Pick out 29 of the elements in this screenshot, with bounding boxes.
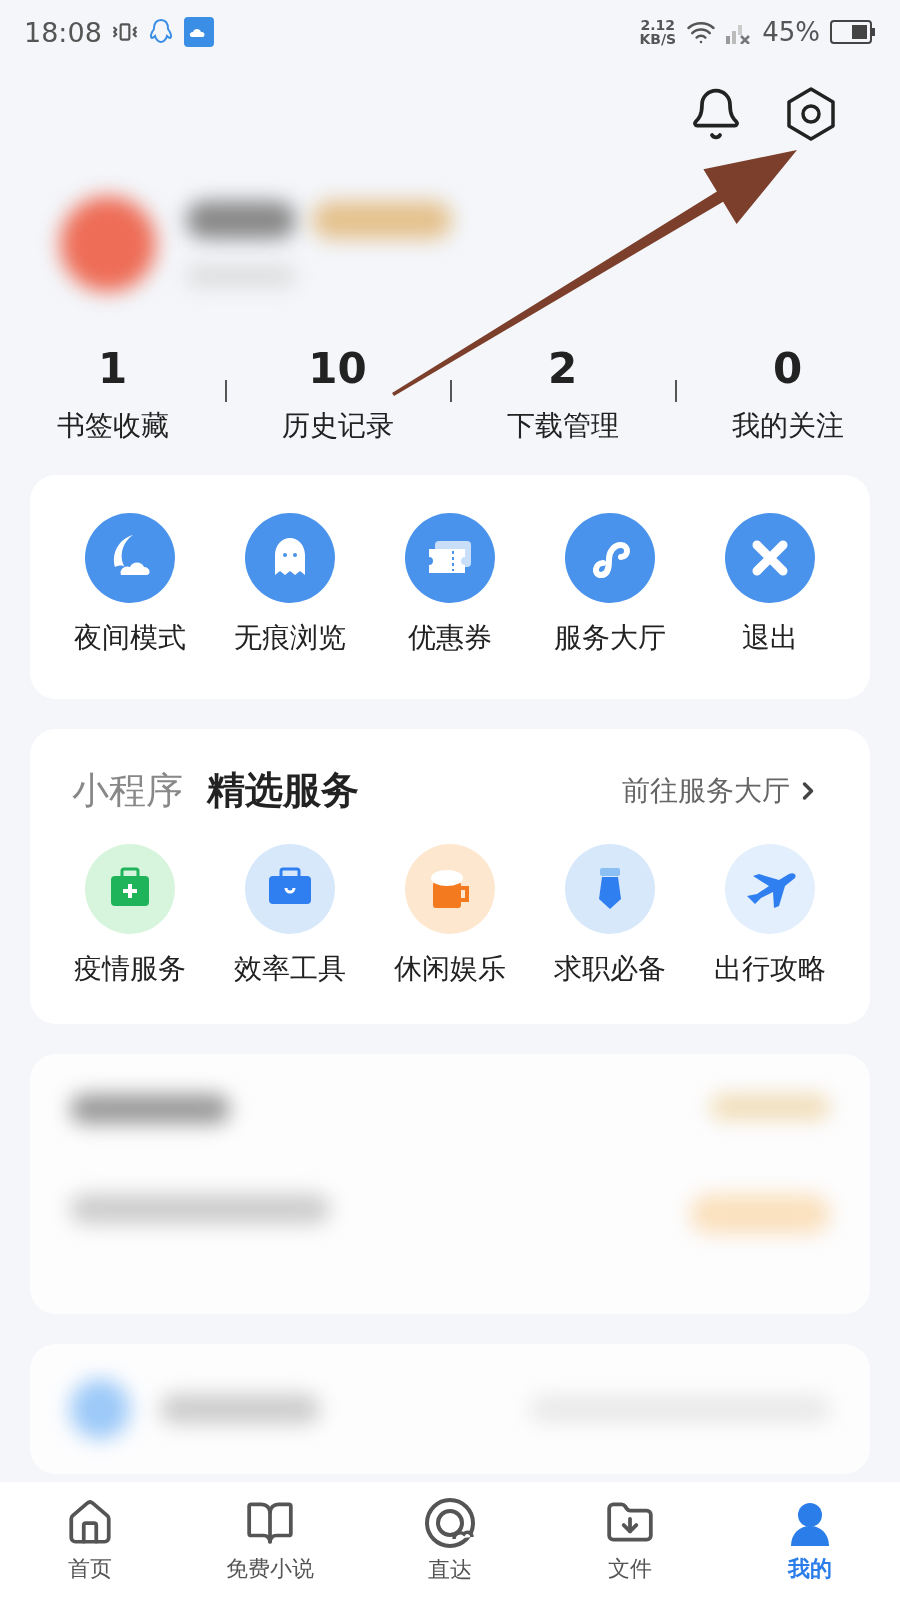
stat-count[interactable]: 2: [547, 344, 578, 393]
nav-tab[interactable]: 免费小说: [180, 1482, 360, 1600]
service-label[interactable]: 休闲娱乐: [394, 950, 506, 988]
nav-tab[interactable]: 直达: [360, 1482, 540, 1600]
quick-action-label[interactable]: 服务大厅: [554, 619, 666, 657]
status-time: 18:08: [24, 16, 102, 48]
stat-label[interactable]: 我的关注: [731, 407, 844, 445]
stat-count[interactable]: 1: [97, 344, 128, 393]
quick-action-label[interactable]: 夜间模式: [74, 619, 186, 657]
stat-label[interactable]: 历史记录: [281, 407, 394, 445]
stat-count[interactable]: 10: [308, 344, 367, 393]
quick-action-label[interactable]: 无痕浏览: [234, 619, 346, 657]
battery-percent: 45%: [762, 17, 820, 47]
nav-tab[interactable]: 我的: [720, 1482, 900, 1600]
quick-action-label[interactable]: 退出: [742, 619, 798, 657]
service-label[interactable]: 效率工具: [234, 950, 346, 988]
stat-label[interactable]: 下载管理: [506, 407, 619, 445]
services-tab[interactable]: 小程序: [72, 765, 183, 816]
stat-count[interactable]: 0: [772, 344, 803, 393]
network-speed: 2.12 KB/S: [639, 18, 677, 46]
nav-tab[interactable]: 首页: [0, 1482, 180, 1600]
service-label[interactable]: 求职必备: [554, 950, 666, 988]
service-label[interactable]: 出行攻略: [714, 950, 826, 988]
nav-tab[interactable]: 文件: [540, 1482, 720, 1600]
service-label[interactable]: 疫情服务: [74, 950, 186, 988]
service-hall-link[interactable]: 前往服务大厅: [622, 771, 822, 810]
quick-action-label[interactable]: 优惠券: [408, 619, 492, 657]
services-tab[interactable]: 精选服务: [207, 765, 359, 816]
stat-label[interactable]: 书签收藏: [56, 407, 169, 445]
